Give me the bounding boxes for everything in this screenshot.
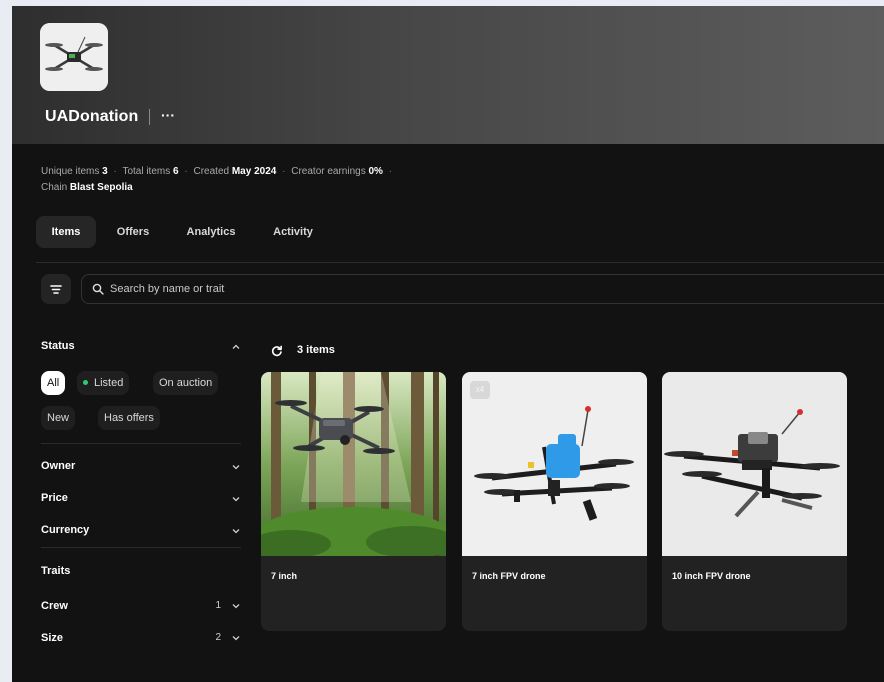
status-chip-has-offers[interactable]: Has offers	[98, 406, 160, 430]
trait-size[interactable]: Size	[41, 632, 63, 644]
search-bar	[81, 274, 884, 304]
status-chip-all[interactable]: All	[41, 371, 66, 395]
listed-dot-icon	[83, 380, 88, 385]
tab-analytics[interactable]: Analytics	[176, 216, 246, 248]
item-card[interactable]: 10 inch FPV drone	[662, 372, 847, 631]
stat-unique-value: 3	[102, 166, 108, 177]
search-input[interactable]	[110, 275, 810, 303]
chevron-down-icon[interactable]	[231, 526, 241, 536]
filter-divider	[41, 443, 241, 444]
chevron-down-icon[interactable]	[231, 494, 241, 504]
status-chip-listed-label: Listed	[94, 377, 124, 389]
items-count: 3 items	[297, 344, 335, 356]
app-window: UADonation ··· Unique items 3 · Total it…	[12, 6, 884, 682]
chevron-down-icon[interactable]	[231, 633, 241, 643]
collection-name: UADonation	[45, 108, 139, 125]
filter-toggle-button[interactable]	[41, 274, 71, 304]
item-image-7inch-fpv-drone	[462, 372, 647, 556]
owner-filter[interactable]: Owner	[41, 460, 75, 472]
trait-crew-count: 1	[215, 600, 221, 611]
currency-filter[interactable]: Currency	[41, 524, 89, 536]
price-filter[interactable]: Price	[41, 492, 68, 504]
tab-items[interactable]: Items	[36, 216, 96, 248]
chevron-down-icon[interactable]	[231, 462, 241, 472]
tab-offers[interactable]: Offers	[104, 216, 162, 248]
trait-crew[interactable]: Crew	[41, 600, 68, 612]
item-image-forest-drone	[261, 372, 446, 556]
search-icon	[92, 283, 104, 295]
filter-divider	[41, 547, 241, 548]
stat-earnings-value: 0%	[368, 166, 383, 177]
collection-banner: UADonation ···	[12, 6, 884, 144]
drone-logo-icon	[40, 23, 108, 91]
more-options-button[interactable]: ···	[158, 106, 178, 126]
collection-stats: Unique items 3 · Total items 6 · Created…	[41, 166, 393, 193]
status-chip-on-auction[interactable]: On auction	[153, 371, 219, 395]
filter-icon	[50, 285, 62, 294]
collection-logo	[40, 23, 108, 91]
stat-unique-label: Unique items	[41, 166, 100, 177]
stat-created-label: Created	[193, 166, 230, 177]
item-title: 10 inch FPV drone	[672, 571, 751, 581]
stat-total-value: 6	[173, 166, 179, 177]
status-chip-new[interactable]: New	[41, 406, 76, 430]
chevron-up-icon[interactable]	[231, 342, 241, 352]
status-chip-listed[interactable]: Listed	[77, 371, 130, 395]
stat-chain-value: Blast Sepolia	[69, 182, 133, 193]
item-title: 7 inch	[271, 571, 298, 581]
item-card[interactable]: 7 inch	[261, 372, 446, 631]
item-title: 7 inch FPV drone	[472, 571, 546, 581]
item-badge: x4	[470, 381, 490, 399]
stat-chain-label: Chain	[41, 182, 68, 193]
item-image-10inch-fpv-drone	[662, 372, 847, 556]
trait-size-count: 2	[215, 632, 221, 643]
name-divider	[149, 109, 150, 125]
tab-activity[interactable]: Activity	[262, 216, 324, 248]
refresh-icon[interactable]	[271, 345, 283, 357]
chevron-down-icon[interactable]	[231, 601, 241, 611]
stat-created-value: May 2024	[231, 166, 277, 177]
status-heading[interactable]: Status	[41, 340, 75, 352]
tabs-divider	[36, 262, 884, 263]
item-card[interactable]: x4 7 inch FPV drone	[462, 372, 647, 631]
traits-heading: Traits	[41, 565, 71, 577]
stat-total-label: Total items	[122, 166, 171, 177]
stat-earnings-label: Creator earnings	[291, 166, 366, 177]
